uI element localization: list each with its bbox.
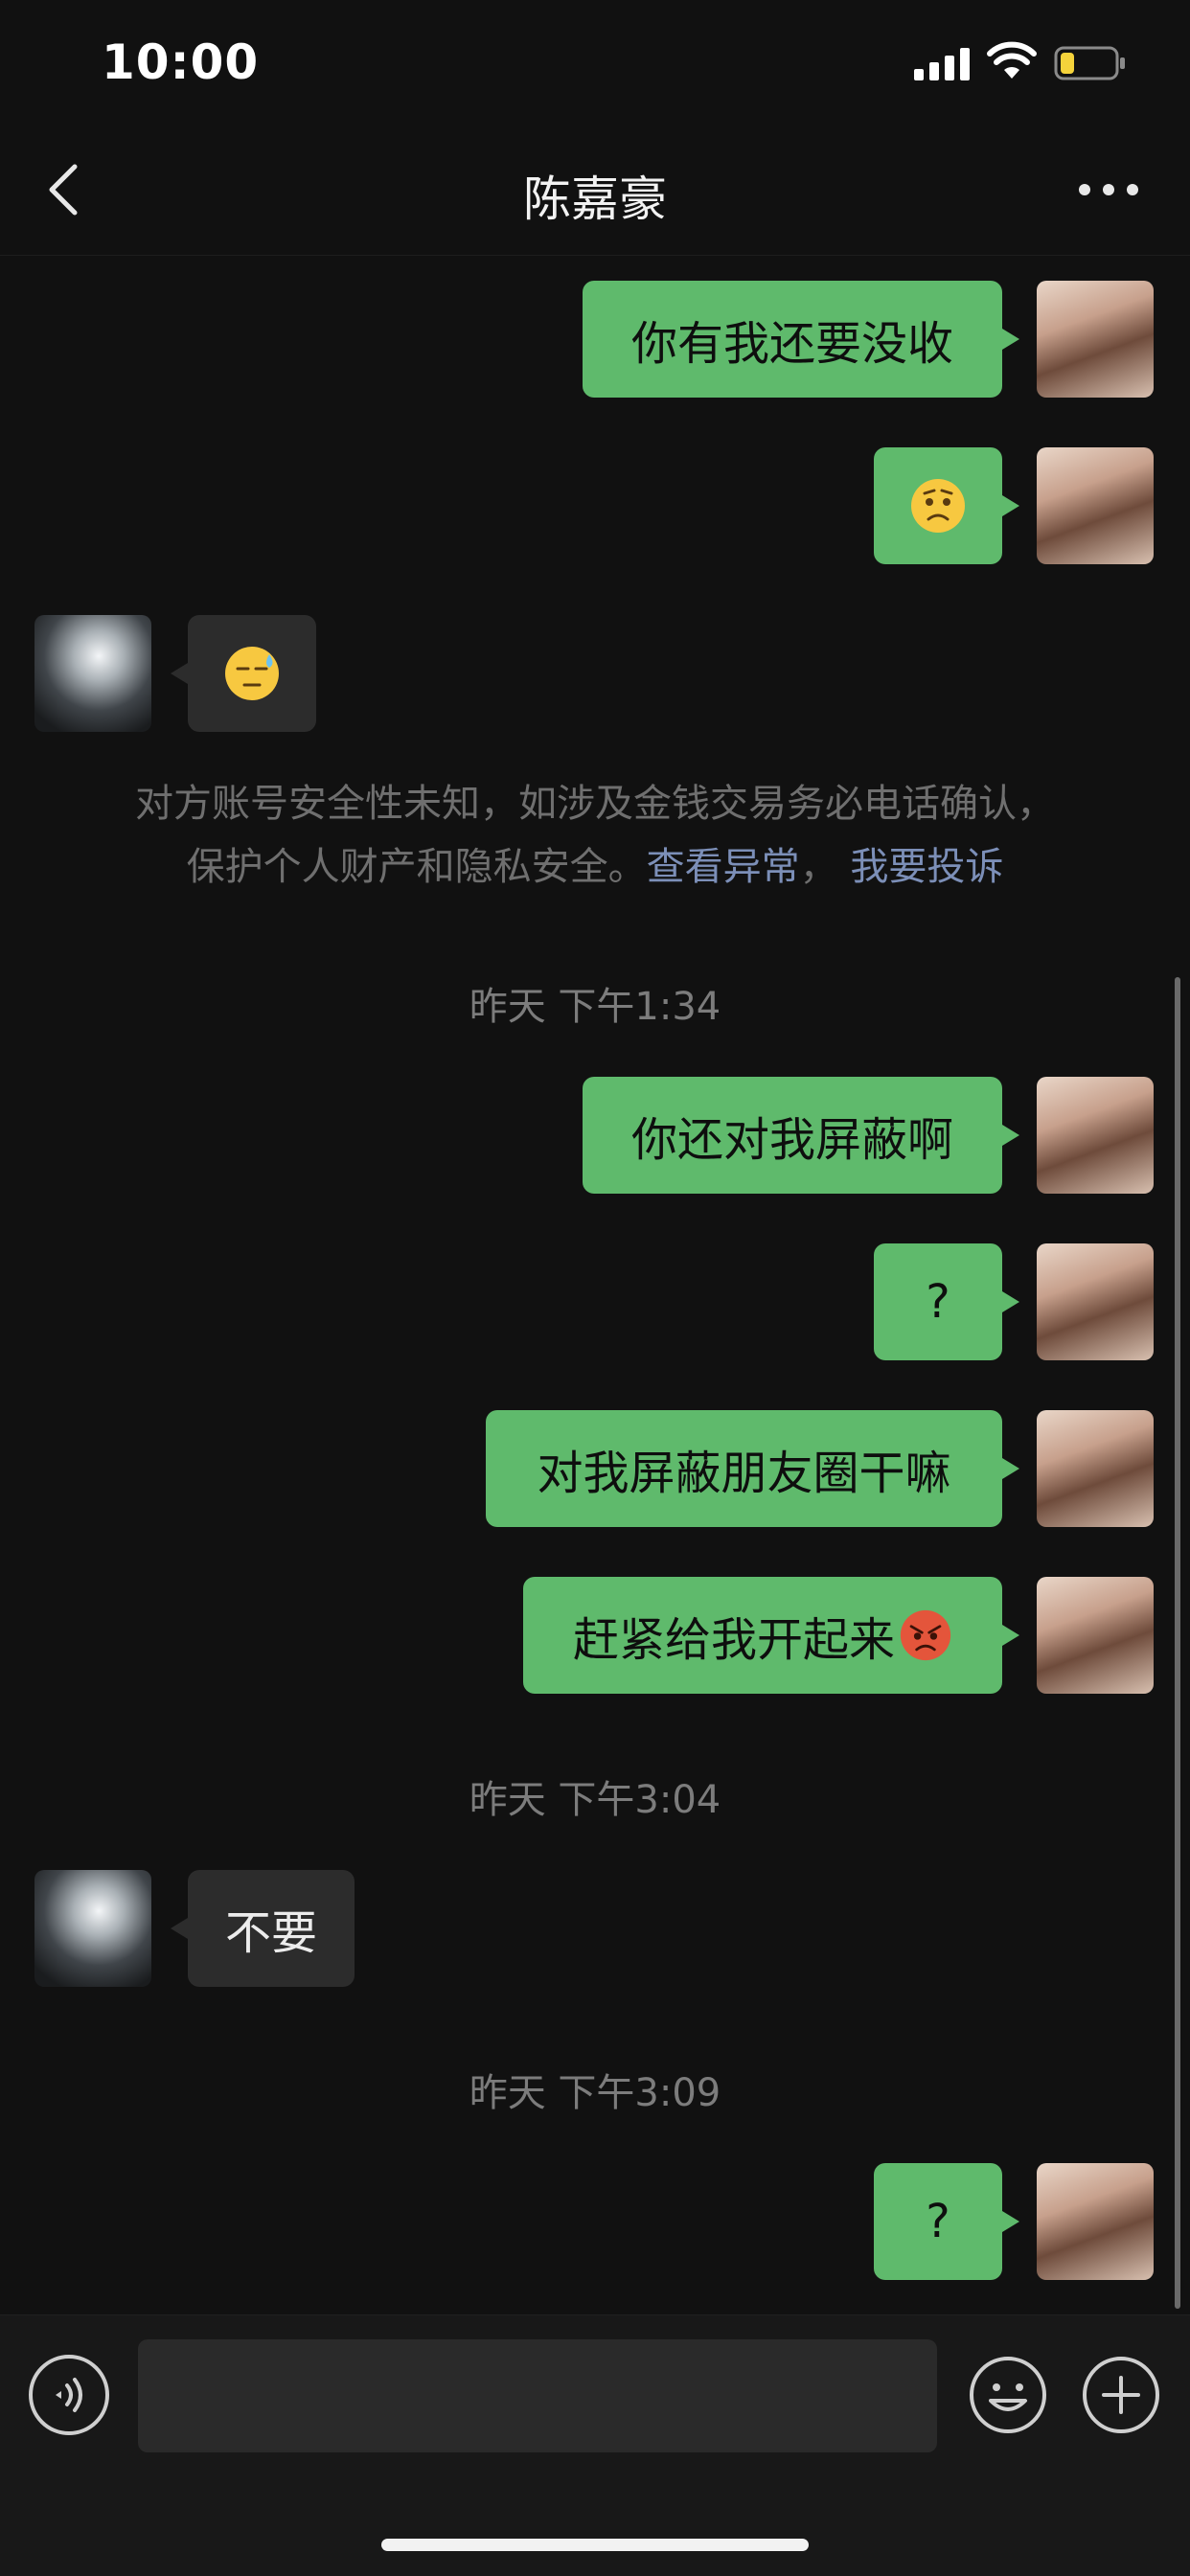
battery-icon [1054, 46, 1125, 80]
my-avatar[interactable] [1037, 1410, 1154, 1527]
report-link[interactable]: 我要投诉 [850, 845, 1003, 889]
more-options-button[interactable] [1075, 172, 1142, 207]
cellular-signal-icon [914, 48, 970, 80]
message-text: ? [926, 2195, 950, 2248]
view-abnormal-link[interactable]: 查看异常 [647, 845, 800, 889]
message-text: 你有我还要没收 [630, 317, 953, 371]
contact-avatar[interactable] [34, 615, 151, 732]
message-text: 赶紧给我开起来 [572, 1613, 895, 1667]
message-bubble[interactable]: 你有我还要没收 [583, 281, 1019, 398]
wifi-icon [987, 41, 1037, 79]
message-text: ? [926, 1275, 950, 1329]
message-bubble[interactable]: ? [874, 2163, 1019, 2280]
status-time: 10:00 [102, 34, 260, 90]
message-text: 你还对我屏蔽啊 [630, 1113, 953, 1167]
message-bubble[interactable]: 你还对我屏蔽啊 [583, 1077, 1019, 1194]
my-avatar[interactable] [1037, 2163, 1154, 2280]
message-bubble[interactable]: ? [874, 1243, 1019, 1360]
notice-line-1: 对方账号安全性未知，如涉及金钱交易务必电话确认， [135, 782, 1055, 826]
my-avatar[interactable] [1037, 1577, 1154, 1694]
message-text: 对我屏蔽朋友圈干嘛 [537, 1447, 951, 1500]
angry-face-icon [900, 1609, 951, 1661]
my-avatar[interactable] [1037, 281, 1154, 398]
contact-avatar[interactable] [34, 1870, 151, 1987]
home-indicator[interactable] [381, 2539, 809, 2551]
emoji-button[interactable] [968, 2355, 1048, 2435]
message-bubble[interactable]: 对我屏蔽朋友圈干嘛 [486, 1410, 1019, 1527]
notice-text: 保护个人财产和隐私安全。 [186, 845, 647, 889]
my-avatar[interactable] [1037, 1077, 1154, 1194]
message-bubble[interactable]: 不要 [171, 1870, 355, 1987]
my-avatar[interactable] [1037, 447, 1154, 564]
timestamp: 昨天 下午1:34 [469, 985, 721, 1029]
voice-button[interactable] [29, 2355, 109, 2435]
chat-title: 陈嘉豪 [523, 171, 667, 227]
message-input[interactable] [138, 2339, 937, 2452]
confused-face-icon [911, 479, 965, 533]
message-bubble[interactable]: 赶紧给我开起来 [523, 1577, 1019, 1694]
voice-icon [56, 2378, 82, 2412]
message-bubble[interactable] [171, 615, 316, 732]
sweat-face-icon [225, 647, 279, 700]
notice-line-2: 保护个人财产和隐私安全。查看异常， 我要投诉 [77, 835, 1113, 899]
message-text: 不要 [224, 1906, 317, 1960]
chat-scrollbar[interactable] [1175, 977, 1180, 2309]
my-avatar[interactable] [1037, 1243, 1154, 1360]
message-bubble[interactable] [874, 447, 1019, 564]
timestamp: 昨天 下午3:09 [469, 2071, 721, 2115]
timestamp: 昨天 下午3:04 [469, 1778, 721, 1822]
notice-separator: ， [799, 845, 838, 889]
plus-button[interactable] [1081, 2355, 1161, 2435]
safety-notice: 对方账号安全性未知，如涉及金钱交易务必电话确认， 保护个人财产和隐私安全。查看异… [77, 772, 1113, 899]
